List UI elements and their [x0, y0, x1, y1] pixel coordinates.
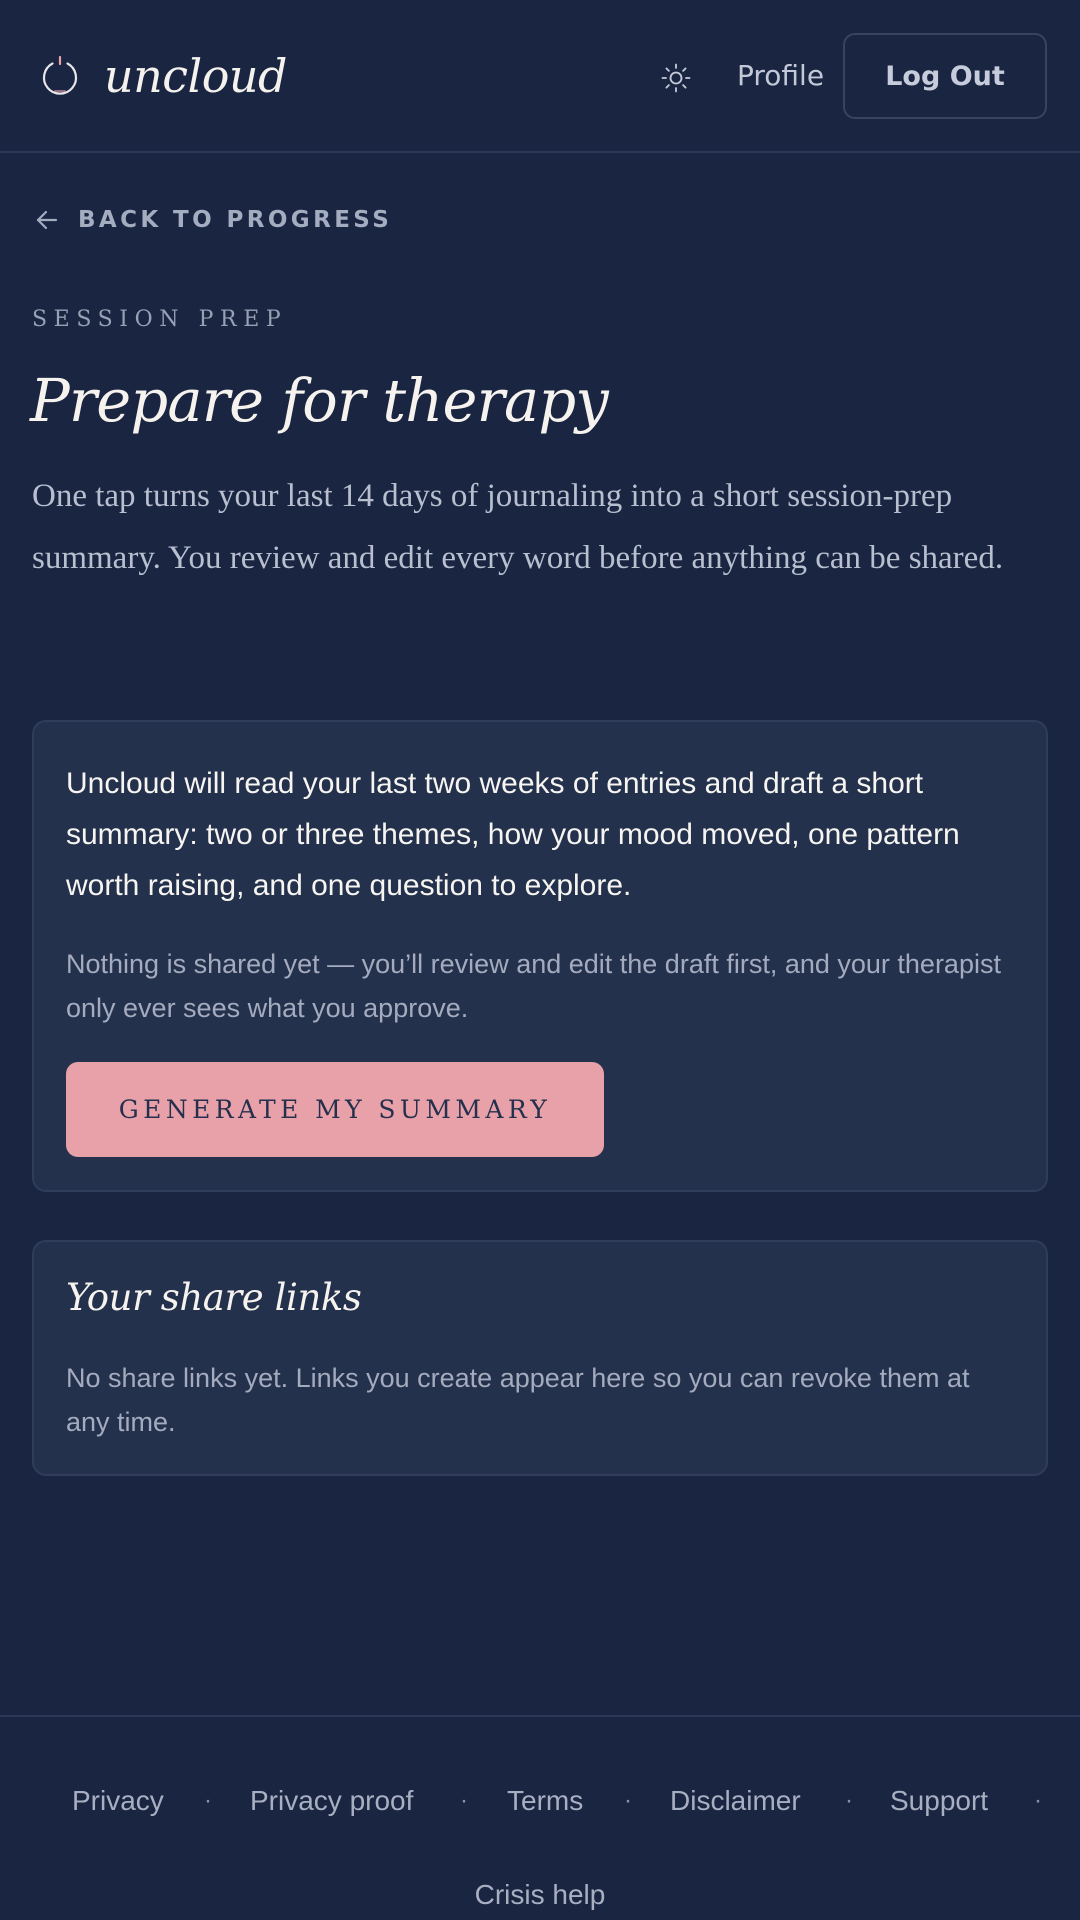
generate-summary-card: Uncloud will read your last two weeks of… — [32, 720, 1048, 1192]
footer-link-privacy[interactable]: Privacy — [72, 1779, 164, 1823]
section-eyebrow: SESSION PREP — [32, 307, 288, 332]
page-footer: Privacy · Privacy proof · Terms · Discla… — [0, 1715, 1080, 1920]
footer-separator: · — [1034, 1787, 1042, 1814]
footer-separator: · — [204, 1787, 212, 1814]
share-links-card: Your share links No share links yet. Lin… — [32, 1240, 1048, 1476]
footer-link-support[interactable]: Support — [890, 1779, 988, 1823]
footer-separator: · — [624, 1787, 632, 1814]
power-ring-icon — [42, 55, 78, 95]
footer-link-disclaimer[interactable]: Disclaimer — [670, 1779, 801, 1823]
theme-toggle-button[interactable] — [657, 59, 695, 97]
footer-separator: · — [845, 1787, 853, 1814]
logout-button[interactable]: Log Out — [843, 33, 1047, 119]
footer-links: Privacy · Privacy proof · Terms · Discla… — [0, 1779, 1080, 1823]
top-header: uncloud Profile Log Out — [0, 0, 1080, 153]
summary-description: Uncloud will read your last two weeks of… — [66, 767, 960, 902]
footer-crisis-row: Crisis help — [0, 1873, 1080, 1917]
back-link-label: BACK TO PROGRESS — [78, 207, 393, 233]
generate-summary-button[interactable]: GENERATE MY SUMMARY — [66, 1062, 604, 1157]
footer-link-privacy-proof[interactable]: Privacy proof — [250, 1779, 413, 1823]
privacy-note: Nothing is shared yet — you’ll review an… — [66, 949, 1001, 1023]
profile-link[interactable]: Profile — [737, 56, 824, 96]
sun-icon — [661, 63, 691, 93]
page-title: Prepare for therapy — [30, 366, 609, 435]
footer-separator: · — [460, 1787, 468, 1814]
back-to-progress-link[interactable]: BACK TO PROGRESS — [34, 202, 392, 238]
arrow-left-icon — [36, 210, 58, 230]
share-links-empty-state: No share links yet. Links you create app… — [66, 1363, 970, 1437]
brand-name: uncloud — [104, 49, 288, 103]
share-links-title: Your share links — [66, 1276, 362, 1319]
footer-link-crisis-help[interactable]: Crisis help — [475, 1879, 606, 1910]
brand-logo[interactable]: uncloud — [38, 49, 288, 103]
intro-text: One tap turns your last 14 days of journ… — [32, 478, 1004, 576]
footer-link-terms[interactable]: Terms — [507, 1779, 583, 1823]
